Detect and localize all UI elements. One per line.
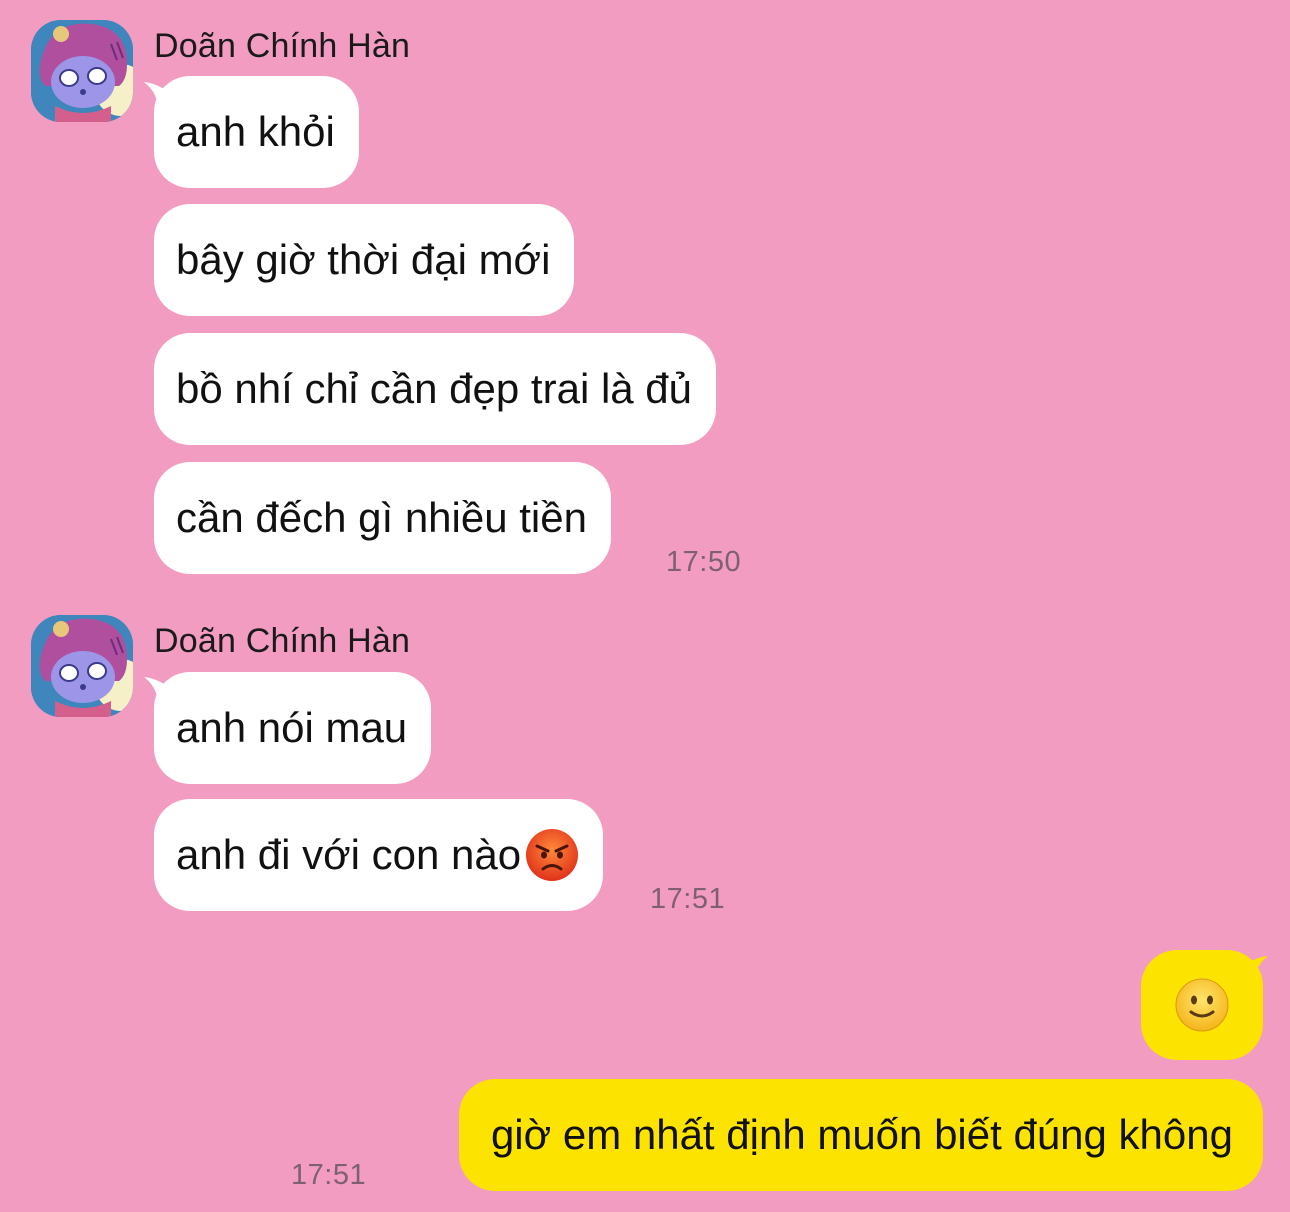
sender-avatar[interactable] — [31, 20, 133, 122]
slightly-smiling-face-emoji — [1174, 977, 1230, 1033]
incoming-message[interactable]: anh khỏi — [154, 76, 359, 188]
message-timestamp: 17:50 — [666, 546, 742, 578]
message-timestamp: 17:51 — [650, 883, 726, 915]
message-timestamp: 17:51 — [291, 1159, 367, 1191]
angry-face-emoji — [525, 828, 579, 882]
incoming-message[interactable]: cần đếch gì nhiều tiền — [154, 462, 611, 574]
incoming-message[interactable]: bây giờ thời đại mới — [154, 204, 575, 316]
incoming-message[interactable]: anh đi với con nào — [154, 799, 604, 911]
incoming-message[interactable]: anh nói mau — [154, 672, 432, 784]
outgoing-emoji-message[interactable] — [1141, 950, 1263, 1060]
chat-area: Doãn Chính Hàn anh khỏi bây giờ thời đại… — [0, 0, 1290, 1212]
sender-avatar[interactable] — [31, 615, 133, 717]
sender-name: Doãn Chính Hàn — [154, 622, 411, 660]
incoming-message[interactable]: bồ nhí chỉ cần đẹp trai là đủ — [154, 333, 717, 445]
outgoing-message[interactable]: giờ em nhất định muốn biết đúng không — [458, 1079, 1263, 1191]
message-text: anh đi với con nào — [176, 831, 522, 878]
sender-name: Doãn Chính Hàn — [154, 27, 411, 65]
